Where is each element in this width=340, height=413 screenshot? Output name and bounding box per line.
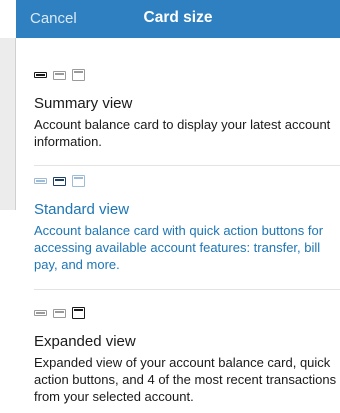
option-summary-view[interactable]: Summary view Account balance card to dis… [34, 68, 340, 166]
size-icons [34, 306, 340, 320]
header-bar: Cancel Card size [16, 0, 340, 38]
card-large-icon [72, 69, 85, 81]
option-title: Expanded view [34, 333, 136, 350]
option-description: Account balance card to display your lat… [34, 117, 331, 149]
option-description: Expanded view of your account balance ca… [34, 355, 337, 404]
card-small-icon [34, 178, 47, 184]
card-medium-icon [53, 176, 66, 186]
card-medium-icon [53, 308, 66, 318]
card-medium-icon [53, 70, 66, 80]
card-small-icon [34, 310, 47, 316]
size-icons [34, 68, 340, 82]
card-size-options: Summary view Account balance card to dis… [16, 38, 340, 413]
option-expanded-view[interactable]: Expanded view Expanded view of your acco… [34, 306, 340, 413]
size-icons [34, 174, 340, 188]
card-size-screen: Cancel Card size Summary view Account ba… [0, 0, 340, 413]
card-large-icon [72, 175, 85, 187]
background-panel-shade [0, 38, 16, 210]
card-large-icon [72, 307, 85, 319]
option-title: Standard view [34, 201, 130, 218]
card-small-icon [34, 72, 47, 78]
option-standard-view[interactable]: Standard view Account balance card with … [34, 174, 340, 290]
page-title: Card size [143, 9, 213, 26]
background-panel-edge [0, 38, 16, 413]
option-description: Account balance card with quick action b… [34, 223, 324, 272]
option-title: Summary view [34, 95, 133, 112]
